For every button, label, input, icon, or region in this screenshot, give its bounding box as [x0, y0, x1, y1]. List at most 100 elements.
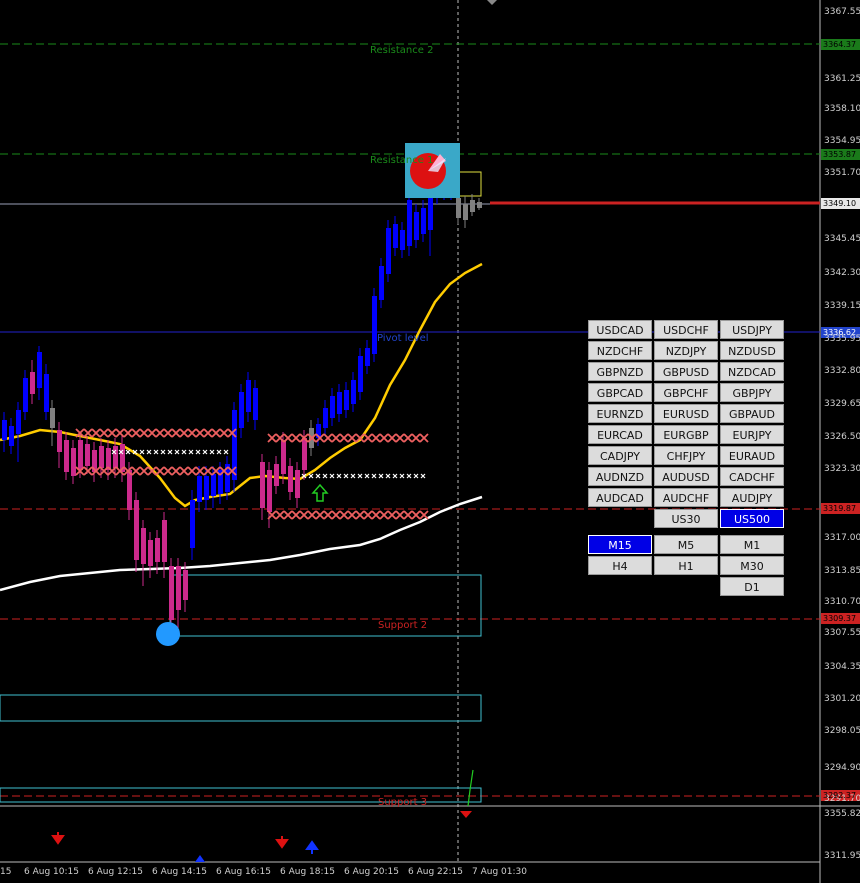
time-label: 6 Aug 18:15	[280, 867, 335, 877]
candle-body	[50, 408, 55, 428]
symbol-button-euraud[interactable]: EURAUD	[720, 446, 784, 465]
x-mark	[355, 510, 365, 520]
symbol-button-eurcad[interactable]: EURCAD	[588, 425, 652, 444]
x-mark	[219, 428, 229, 438]
x-mark	[329, 473, 335, 479]
x-mark	[188, 449, 194, 455]
symbol-button-usdchf[interactable]: USDCHF	[654, 320, 718, 339]
candle-body	[477, 202, 482, 208]
x-mark	[202, 449, 208, 455]
timeframe-button-m15[interactable]: M15	[588, 535, 652, 554]
symbol-button-eurgbp[interactable]: EURGBP	[654, 425, 718, 444]
candle-body	[407, 200, 412, 246]
x-mark	[347, 510, 357, 520]
timeframe-button-m30[interactable]: M30	[720, 556, 784, 575]
symbol-button-audnzd[interactable]: AUDNZD	[588, 467, 652, 486]
x-mark	[216, 449, 222, 455]
x-mark	[419, 433, 429, 443]
x-mark	[155, 466, 165, 476]
x-mark	[123, 428, 133, 438]
symbol-button-gbpnzd[interactable]: GBPNZD	[588, 362, 652, 381]
symbol-button-eurnzd[interactable]: EURNZD	[588, 404, 652, 423]
x-mark	[195, 449, 201, 455]
x-mark	[392, 473, 398, 479]
timeframe-button-h4[interactable]: H4	[588, 556, 652, 575]
symbol-button-gbpcad[interactable]: GBPCAD	[588, 383, 652, 402]
price-tick-label: 3301.20	[824, 694, 860, 704]
x-mark	[387, 433, 397, 443]
x-mark	[323, 433, 333, 443]
x-mark	[179, 428, 189, 438]
resistance2-price-badge: 3364.37	[823, 40, 857, 49]
support-zone-1	[169, 574, 482, 637]
symbol-button-gbpchf[interactable]: GBPCHF	[654, 383, 718, 402]
x-mark	[406, 473, 412, 479]
symbol-button-eurjpy[interactable]: EURJPY	[720, 425, 784, 444]
x-mark	[395, 510, 405, 520]
support3-price-badge: 3292.37	[823, 791, 857, 800]
time-label: 6 Aug 22:15	[408, 867, 463, 877]
x-mark	[209, 449, 215, 455]
candle-body	[148, 540, 153, 566]
symbol-button-gbpusd[interactable]: GBPUSD	[654, 362, 718, 381]
x-mark	[323, 510, 333, 520]
candle-body	[365, 348, 370, 366]
symbol-button-nzdchf[interactable]: NZDCHF	[588, 341, 652, 360]
candle-body	[470, 200, 475, 212]
x-mark	[371, 510, 381, 520]
symbol-button-audjpy[interactable]: AUDJPY	[720, 488, 784, 507]
symbol-button-gbpaud[interactable]: GBPAUD	[720, 404, 784, 423]
symbol-button-eurusd[interactable]: EURUSD	[654, 404, 718, 423]
x-mark	[413, 473, 419, 479]
x-mark	[223, 449, 229, 455]
x-mark	[91, 428, 101, 438]
symbol-button-chfjpy[interactable]: CHFJPY	[654, 446, 718, 465]
x-mark	[419, 510, 429, 520]
candle-body	[372, 296, 377, 354]
symbol-button-audchf[interactable]: AUDCHF	[654, 488, 718, 507]
price-tick-label: 3329.65	[824, 399, 860, 409]
x-mark	[167, 449, 173, 455]
x-mark	[83, 466, 93, 476]
candle-body	[16, 410, 21, 434]
symbol-button-gbpjpy[interactable]: GBPJPY	[720, 383, 784, 402]
symbol-button-usdjpy[interactable]: USDJPY	[720, 320, 784, 339]
price-tick-label: 3332.80	[824, 366, 860, 376]
candles-group	[2, 162, 482, 636]
candle-body	[260, 462, 265, 508]
symbol-button-usdcad[interactable]: USDCAD	[588, 320, 652, 339]
symbol-button-nzdcad[interactable]: NZDCAD	[720, 362, 784, 381]
symbol-button-nzdusd[interactable]: NZDUSD	[720, 341, 784, 360]
symbol-button-audusd[interactable]: AUDUSD	[654, 467, 718, 486]
resistance2-label: Resistance 2	[370, 45, 434, 56]
candle-body	[64, 440, 69, 472]
candle-body	[134, 500, 139, 560]
support3-label: Support 3	[378, 797, 428, 808]
candle-body	[169, 566, 174, 620]
candle-body	[99, 446, 104, 468]
timeframe-button-m5[interactable]: M5	[654, 535, 718, 554]
timeframe-button-h1[interactable]: H1	[654, 556, 718, 575]
x-mark	[411, 433, 421, 443]
symbol-button-us30[interactable]: US30	[654, 509, 718, 528]
x-mark	[153, 449, 159, 455]
price-tick-label: 3326.50	[824, 432, 860, 442]
symbol-button-cadchf[interactable]: CADCHF	[720, 467, 784, 486]
x-mark	[363, 510, 373, 520]
timeframe-button-m1[interactable]: M1	[720, 535, 784, 554]
candle-body	[456, 198, 461, 218]
symbol-button-nzdjpy[interactable]: NZDJPY	[654, 341, 718, 360]
x-mark	[115, 428, 125, 438]
x-mark	[379, 433, 389, 443]
time-label: 7 Aug 01:30	[472, 867, 527, 877]
x-mark	[299, 510, 309, 520]
timeframe-button-d1[interactable]: D1	[720, 577, 784, 596]
symbol-button-audcad[interactable]: AUDCAD	[588, 488, 652, 507]
price-tick-label: 3313.85	[824, 566, 860, 576]
price-tick-label: 3294.90	[824, 763, 860, 773]
symbol-button-cadjpy[interactable]: CADJPY	[588, 446, 652, 465]
price-tick-label: 3345.45	[824, 234, 860, 244]
x-mark	[339, 433, 349, 443]
symbol-button-us500[interactable]: US500	[720, 509, 784, 528]
time-label: 6 Aug 12:15	[88, 867, 143, 877]
